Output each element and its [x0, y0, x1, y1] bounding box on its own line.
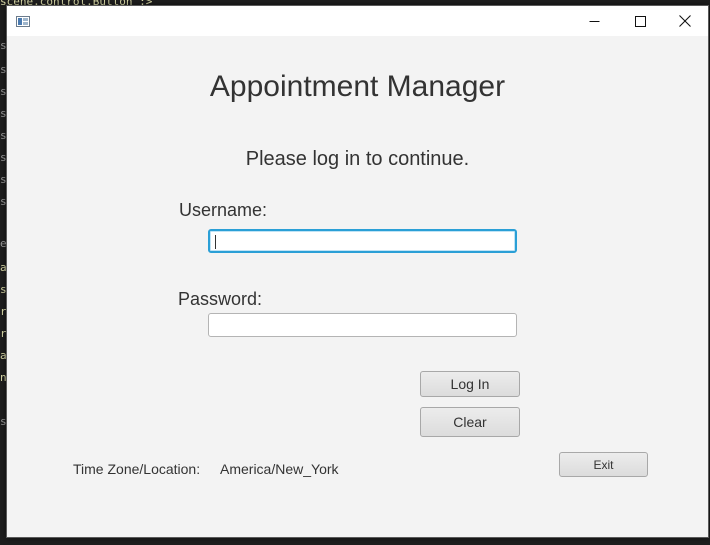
close-button[interactable] [662, 6, 708, 36]
password-label: Password: [178, 289, 263, 309]
timezone-value: America/New_York [220, 461, 339, 477]
username-label: Username: [179, 200, 268, 220]
timezone-label: Time Zone/Location: [73, 461, 201, 477]
maximize-icon [634, 15, 646, 27]
close-icon [679, 15, 691, 27]
clear-button[interactable]: Clear [420, 407, 520, 437]
login-content: Appointment Manager Please log in to con… [7, 36, 708, 537]
app-title: Appointment Manager [209, 70, 506, 103]
exit-button[interactable]: Exit [559, 452, 648, 477]
java-app-icon [16, 14, 30, 27]
login-button[interactable]: Log In [420, 371, 520, 397]
minimize-button[interactable] [571, 6, 617, 36]
title-bar[interactable] [7, 6, 708, 36]
maximize-button[interactable] [617, 6, 663, 36]
login-window: Appointment Manager Please log in to con… [6, 5, 709, 538]
password-input[interactable] [208, 313, 517, 337]
username-input[interactable] [208, 229, 517, 253]
minimize-icon [589, 20, 599, 22]
login-prompt: Please log in to continue. [245, 148, 470, 170]
text-caret [215, 235, 216, 249]
